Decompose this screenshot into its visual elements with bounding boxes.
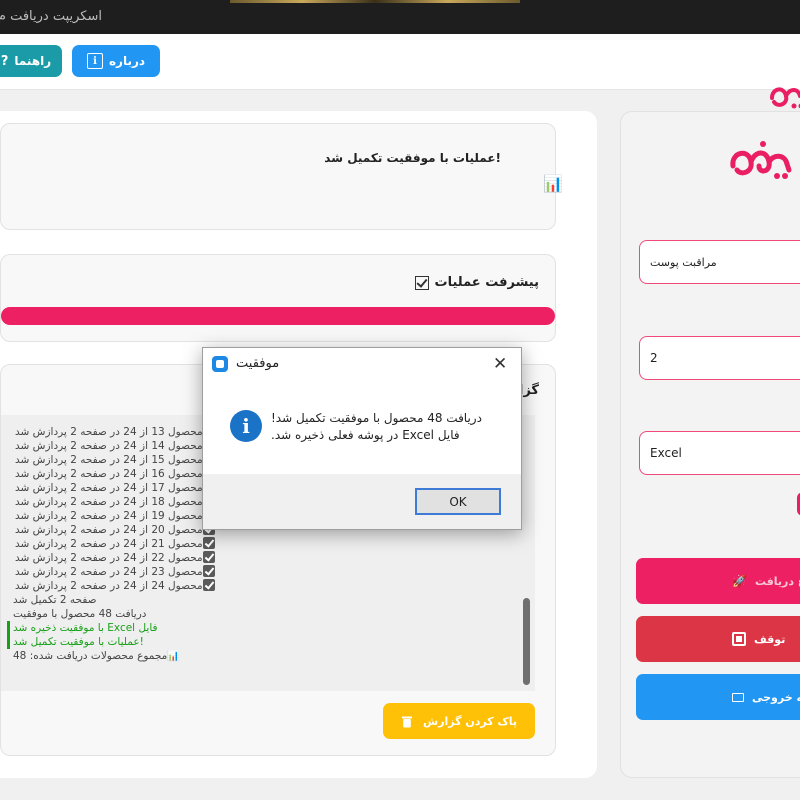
log-line: محصول 22 از 24 در صفحه 2 پردازش شد (15, 551, 215, 565)
progress-bar (1, 307, 555, 325)
progress-title: پیشرفت عملیات (414, 275, 539, 290)
log-line: 📊مجموع محصولات دریافت شده: 48 (13, 649, 180, 664)
stop-icon (732, 632, 746, 646)
log-line: محصول 17 از 24 در صفحه 2 پردازش شد (15, 481, 215, 495)
progress-card: پیشرفت عملیات (0, 254, 556, 342)
start-button-label: شروع دریافت (754, 574, 800, 588)
help-button[interactable]: راهنما ? (0, 45, 62, 77)
brand-logo (770, 87, 800, 109)
log-line: صفحه 2 تکمیل شد (13, 593, 97, 607)
trash-icon (402, 716, 413, 727)
category-value: مراقبت پوست (650, 255, 717, 269)
dialog-message: دریافت 48 محصول با موفقیت تکمیل شد! فایل… (271, 410, 482, 444)
checkbox-icon (414, 275, 429, 290)
log-line-text: محصول 22 از 24 در صفحه 2 پردازش شد (15, 552, 203, 564)
log-line: دریافت 48 محصول با موفقیت (13, 607, 146, 621)
chart-icon: 📊 (167, 651, 180, 662)
status-message: !عملیات با موفقیت تکمیل شد (324, 151, 501, 165)
stop-button[interactable]: توقف (636, 616, 800, 662)
log-line-text: محصول 17 از 24 در صفحه 2 پردازش شد (15, 482, 203, 494)
success-marker (7, 635, 10, 649)
log-line: محصول 16 از 24 در صفحه 2 پردازش شد (15, 467, 215, 481)
log-line: محصول 19 از 24 در صفحه 2 پردازش شد (15, 509, 215, 523)
dialog-message-line2: فایل Excel در پوشه فعلی ذخیره شد. (271, 428, 460, 442)
log-line-text: محصول 23 از 24 در صفحه 2 پردازش شد (15, 566, 203, 578)
checkbox-icon (202, 565, 215, 577)
stop-button-label: توقف (754, 632, 786, 646)
chart-icon: 📊 (543, 174, 563, 193)
log-line-text: محصول 15 از 24 در صفحه 2 پردازش شد (15, 454, 203, 466)
log-line: محصول 15 از 24 در صفحه 2 پردازش شد (15, 453, 215, 467)
info-icon: i (230, 410, 262, 442)
checkbox-icon (202, 551, 215, 563)
start-button[interactable]: شروع دریافت 🚀 (636, 558, 800, 604)
settings-panel: مراقبت پوست 2 Excel شروع دریافت 🚀 توقف پ… (620, 111, 800, 778)
log-line: محصول 21 از 24 در صفحه 2 پردازش شد (15, 537, 215, 551)
pages-field[interactable]: 2 (639, 336, 800, 380)
log-line-text: محصول 21 از 24 در صفحه 2 پردازش شد (15, 538, 203, 550)
dialog-title: موفقیت (236, 356, 280, 371)
log-line: فایل Excel با موفقیت ذخیره شد (7, 621, 158, 635)
log-line: محصول 14 از 24 در صفحه 2 پردازش شد (15, 439, 215, 453)
success-dialog: موفقیت ✕ i دریافت 48 محصول با موفقیت تکم… (202, 347, 522, 530)
dialog-body: i دریافت 48 محصول با موفقیت تکمیل شد! فا… (203, 380, 521, 474)
log-line-text: دریافت 48 محصول با موفقیت (13, 608, 147, 620)
log-line: !عملیات با موفقیت تکمیل شد (7, 635, 144, 649)
window-title: اسکریپت دریافت م (0, 9, 102, 24)
window-titlebar: اسکریپت دریافت م (0, 0, 800, 34)
log-line: محصول 13 از 24 در صفحه 2 پردازش شد (15, 425, 215, 439)
brand-logo-large (730, 141, 792, 179)
log-line: محصول 24 از 24 در صفحه 2 پردازش شد (15, 579, 215, 593)
titlebar-decoration (230, 0, 520, 3)
success-marker (7, 621, 10, 635)
log-line-text: !عملیات با موفقیت تکمیل شد (13, 636, 144, 648)
dialog-message-line1: دریافت 48 محصول با موفقیت تکمیل شد! (271, 411, 482, 425)
log-line: محصول 18 از 24 در صفحه 2 پردازش شد (15, 495, 215, 509)
info-icon: i (86, 53, 103, 69)
checkbox-icon (202, 537, 215, 549)
help-button-label: راهنما (14, 54, 52, 68)
clear-report-label: پاک کردن گزارش (423, 714, 517, 728)
ok-button[interactable]: OK (415, 488, 501, 515)
clear-report-button[interactable]: پاک کردن گزارش (383, 703, 535, 739)
checkbox-icon (202, 579, 215, 591)
app-icon (212, 356, 228, 372)
log-line: محصول 20 از 24 در صفحه 2 پردازش شد (15, 523, 215, 537)
output-folder-button[interactable]: پوشه خروجی (636, 674, 800, 720)
dialog-titlebar: موفقیت ✕ (203, 348, 521, 380)
status-card: !عملیات با موفقیت تکمیل شد 📊 (0, 123, 563, 230)
output-folder-label: پوشه خروجی (752, 690, 800, 704)
about-button-label: درباره (108, 54, 146, 68)
log-line: محصول 23 از 24 در صفحه 2 پردازش شد (15, 565, 215, 579)
log-line-text: محصول 24 از 24 در صفحه 2 پردازش شد (15, 580, 203, 592)
pages-value: 2 (650, 351, 658, 365)
log-line-text: محصول 16 از 24 در صفحه 2 پردازش شد (15, 468, 203, 480)
log-line-text: صفحه 2 تکمیل شد (13, 594, 97, 606)
log-scrollbar[interactable] (523, 598, 530, 685)
log-line-text: مجموع محصولات دریافت شده: 48 (13, 650, 168, 662)
log-line-text: فایل Excel با موفقیت ذخیره شد (13, 622, 158, 634)
log-line-text: محصول 19 از 24 در صفحه 2 پردازش شد (15, 510, 203, 522)
rocket-icon: 🚀 (732, 574, 747, 588)
log-line-text: محصول 20 از 24 در صفحه 2 پردازش شد (15, 524, 203, 536)
folder-icon (732, 692, 744, 702)
log-line-text: محصول 14 از 24 در صفحه 2 پردازش شد (15, 440, 203, 452)
format-value: Excel (650, 446, 682, 460)
progress-title-text: پیشرفت عملیات (434, 275, 539, 290)
close-icon[interactable]: ✕ (493, 354, 507, 374)
format-select[interactable]: Excel (639, 431, 800, 475)
category-field[interactable]: مراقبت پوست (639, 240, 800, 284)
app-header: راهنما ? درباره i (0, 34, 800, 109)
help-icon: ? (0, 53, 9, 69)
log-line-text: محصول 18 از 24 در صفحه 2 پردازش شد (15, 496, 203, 508)
log-line-text: محصول 13 از 24 در صفحه 2 پردازش شد (15, 426, 203, 438)
about-button[interactable]: درباره i (72, 45, 160, 77)
